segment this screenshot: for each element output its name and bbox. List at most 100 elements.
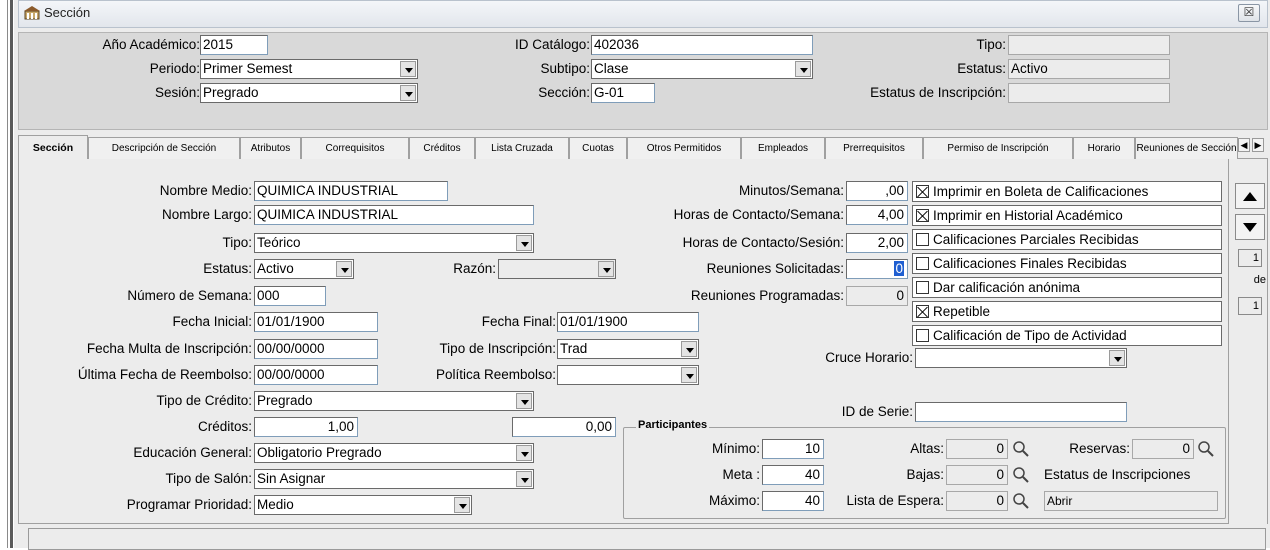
tab-seccion[interactable]: Sección xyxy=(18,135,88,160)
educ-general-label: Educación General: xyxy=(133,445,252,460)
altas-field: 0 xyxy=(946,439,1008,459)
check-parciales[interactable]: Calificaciones Parciales Recibidas xyxy=(912,229,1222,250)
ano-field[interactable]: 2015 xyxy=(200,35,268,55)
nombre-medio-field[interactable]: QUIMICA INDUSTRIAL xyxy=(254,181,448,201)
tab-horario[interactable]: Horario xyxy=(1073,137,1135,160)
check-anonima[interactable]: Dar calificación anónima xyxy=(912,277,1222,298)
checkbox-checked-icon[interactable] xyxy=(916,209,929,222)
chevron-down-icon[interactable] xyxy=(516,393,532,409)
estatus-value: Activo xyxy=(257,261,294,276)
tab-correquisitos[interactable]: Correquisitos xyxy=(301,137,409,160)
meta-field[interactable]: 40 xyxy=(762,465,824,485)
tab-creditos[interactable]: Créditos xyxy=(409,137,475,160)
tipo-select[interactable]: Teórico xyxy=(254,233,534,253)
fecha-multa-field[interactable]: 00/00/0000 xyxy=(254,339,378,359)
check-repetible[interactable]: Repetible xyxy=(912,301,1222,322)
estatus-header-label: Estatus: xyxy=(957,61,1006,76)
estatus-inscripciones-field: Abrir xyxy=(1044,491,1218,511)
minutos-field[interactable]: ,00 xyxy=(846,181,908,201)
seccion-field[interactable]: G-01 xyxy=(591,83,655,103)
razon-select[interactable] xyxy=(498,259,616,279)
checkbox-icon[interactable] xyxy=(916,281,929,294)
chevron-down-icon[interactable] xyxy=(681,367,697,383)
reuniones-solicitadas-field[interactable]: 0 xyxy=(846,259,908,279)
periodo-select[interactable]: Primer Semest xyxy=(200,59,418,79)
tab-descripcion[interactable]: Descripción de Sección xyxy=(88,137,240,160)
num-semana-field[interactable]: 000 xyxy=(254,286,326,306)
checkbox-icon[interactable] xyxy=(916,233,929,246)
tab-scroll-left-icon[interactable]: ◀ xyxy=(1238,138,1250,152)
creditos-field[interactable]: 1,00 xyxy=(254,417,358,437)
search-icon[interactable] xyxy=(1197,440,1215,458)
chevron-down-icon[interactable] xyxy=(400,85,416,101)
tab-permiso-inscripcion[interactable]: Permiso de Inscripción xyxy=(923,137,1073,160)
tab-prerrequisitos[interactable]: Prerrequisitos xyxy=(825,137,923,160)
prioridad-select[interactable]: Medio xyxy=(254,495,472,515)
politica-label: Política Reembolso: xyxy=(435,367,556,382)
check-label: Imprimir en Historial Académico xyxy=(933,208,1123,223)
close-button[interactable]: ☒ xyxy=(1238,4,1260,22)
tipo-credito-select[interactable]: Pregrado xyxy=(254,391,534,411)
horas-sesion-field[interactable]: 2,00 xyxy=(846,233,908,253)
tab-lista-cruzada[interactable]: Lista Cruzada xyxy=(475,137,569,160)
tipo-header-label: Tipo: xyxy=(976,37,1006,52)
tab-reuniones[interactable]: Reuniones de Sección xyxy=(1135,137,1238,160)
checkbox-icon[interactable] xyxy=(916,329,929,342)
ultima-reembolso-field[interactable]: 00/00/0000 xyxy=(254,365,378,385)
previous-record-icon[interactable] xyxy=(1235,183,1265,209)
checkbox-checked-icon[interactable] xyxy=(916,305,929,318)
tab-cuotas[interactable]: Cuotas xyxy=(569,137,627,160)
left-splitter[interactable] xyxy=(10,0,13,548)
check-label: Dar calificación anónima xyxy=(933,280,1081,295)
tab-empleados[interactable]: Empleados xyxy=(741,137,825,160)
tipo-insc-value: Trad xyxy=(560,341,588,356)
nombre-largo-field[interactable]: QUIMICA INDUSTRIAL xyxy=(254,205,534,225)
tab-atributos[interactable]: Atributos xyxy=(240,137,301,160)
chevron-down-icon[interactable] xyxy=(795,61,811,77)
horas-semana-field[interactable]: 4,00 xyxy=(846,205,908,225)
chevron-down-icon[interactable] xyxy=(1109,350,1125,366)
checkbox-icon[interactable] xyxy=(916,257,929,270)
idcat-field[interactable]: 402036 xyxy=(591,35,813,55)
cruce-select[interactable] xyxy=(915,348,1127,368)
subtipo-select[interactable]: Clase xyxy=(591,59,813,79)
meta-label: Meta : xyxy=(722,467,760,482)
creditos-max-field[interactable]: 0,00 xyxy=(512,417,616,437)
espera-field: 0 xyxy=(946,491,1008,511)
subtipo-value: Clase xyxy=(594,61,629,76)
fecha-final-field[interactable]: 01/01/1900 xyxy=(557,312,699,332)
educ-general-value: Obligatorio Pregrado xyxy=(257,445,382,460)
tab-scroll-right-icon[interactable]: ▶ xyxy=(1252,138,1264,152)
reservas-label: Reservas: xyxy=(1069,441,1130,456)
check-finales[interactable]: Calificaciones Finales Recibidas xyxy=(912,253,1222,274)
check-tipo-actividad[interactable]: Calificación de Tipo de Actividad xyxy=(912,325,1222,346)
estatus-inscripciones-label: Estatus de Inscripciones xyxy=(1044,467,1191,482)
search-icon[interactable] xyxy=(1012,440,1030,458)
chevron-down-icon[interactable] xyxy=(516,235,532,251)
checkbox-checked-icon[interactable] xyxy=(916,185,929,198)
tipo-insc-select[interactable]: Trad xyxy=(557,339,699,359)
id-serie-field[interactable] xyxy=(915,402,1127,422)
chevron-down-icon[interactable] xyxy=(336,261,352,277)
chevron-down-icon[interactable] xyxy=(454,497,470,513)
estatus-select[interactable]: Activo xyxy=(254,259,354,279)
sesion-select[interactable]: Pregrado xyxy=(200,83,418,103)
educ-general-select[interactable]: Obligatorio Pregrado xyxy=(254,443,534,463)
tipo-salon-label: Tipo de Salón: xyxy=(165,471,252,486)
tab-otros-permitidos[interactable]: Otros Permitidos xyxy=(627,137,741,160)
search-icon[interactable] xyxy=(1012,492,1030,510)
minimo-field[interactable]: 10 xyxy=(762,439,824,459)
search-icon[interactable] xyxy=(1012,466,1030,484)
chevron-down-icon[interactable] xyxy=(681,341,697,357)
minimo-label: Mínimo: xyxy=(711,441,760,456)
tipo-salon-select[interactable]: Sin Asignar xyxy=(254,469,534,489)
chevron-down-icon[interactable] xyxy=(516,471,532,487)
check-imprimir-historial[interactable]: Imprimir en Historial Académico xyxy=(912,205,1222,226)
chevron-down-icon[interactable] xyxy=(516,445,532,461)
politica-select[interactable] xyxy=(557,365,699,385)
fecha-inicial-field[interactable]: 01/01/1900 xyxy=(254,312,378,332)
record-total: 1 xyxy=(1238,297,1262,315)
check-imprimir-boleta[interactable]: Imprimir en Boleta de Calificaciones xyxy=(912,181,1222,202)
chevron-down-icon[interactable] xyxy=(400,61,416,77)
next-record-icon[interactable] xyxy=(1235,214,1265,240)
